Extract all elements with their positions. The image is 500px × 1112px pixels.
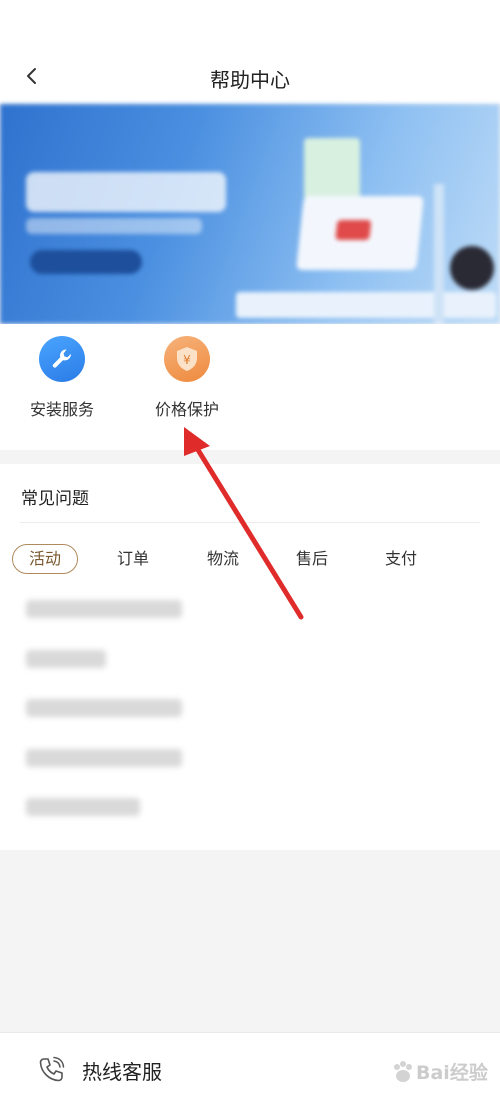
banner-laptop-graphic xyxy=(296,196,424,270)
hotline-label: 热线客服 xyxy=(82,1059,162,1084)
paw-icon xyxy=(394,1060,412,1082)
promo-banner[interactable] xyxy=(0,104,500,324)
banner-headline-blurred xyxy=(26,172,226,212)
faq-question-blurred[interactable] xyxy=(26,650,106,668)
watermark-text: Bai经验 xyxy=(416,1062,488,1084)
wrench-icon xyxy=(39,336,85,382)
svg-text:¥: ¥ xyxy=(183,353,191,367)
tab-activity[interactable]: 活动 xyxy=(12,544,78,574)
banner-desk-graphic xyxy=(236,292,496,318)
tab-after-sales[interactable]: 售后 xyxy=(279,544,345,574)
install-service-entry[interactable]: 安装服务 xyxy=(7,336,117,436)
faq-question-blurred[interactable] xyxy=(26,699,182,717)
banner-tower-graphic xyxy=(434,184,444,324)
tab-logistics[interactable]: 物流 xyxy=(190,544,256,574)
page-title: 帮助中心 xyxy=(210,68,290,92)
banner-person-graphic xyxy=(450,246,494,290)
install-service-label: 安装服务 xyxy=(29,400,94,419)
tab-orders[interactable]: 订单 xyxy=(100,544,166,574)
phone-icon xyxy=(39,1056,65,1082)
service-grid: 安装服务 ¥ 价格保护 xyxy=(0,324,500,450)
baidu-jingyan-watermark: Bai经验 xyxy=(390,1058,488,1085)
banner-subtitle-blurred xyxy=(26,218,202,234)
banner-box-graphic xyxy=(304,138,360,202)
hotline-service-button[interactable]: 热线客服 xyxy=(36,1055,162,1085)
faq-question-blurred[interactable] xyxy=(26,749,182,767)
top-bar: 帮助中心 xyxy=(0,0,500,104)
faq-question-blurred[interactable] xyxy=(26,798,140,816)
faq-question-blurred[interactable] xyxy=(26,600,182,618)
faq-title: 常见问题 xyxy=(21,489,89,509)
tab-payment[interactable]: 支付 xyxy=(368,544,434,574)
divider xyxy=(20,522,480,523)
price-protection-label: 价格保护 xyxy=(154,400,219,419)
price-protection-entry[interactable]: ¥ 价格保护 xyxy=(132,336,242,436)
faq-section: 常见问题 活动 订单 物流 售后 支付 xyxy=(0,464,500,850)
banner-cta-blurred xyxy=(30,250,142,274)
yuan-shield-icon: ¥ xyxy=(164,336,210,382)
